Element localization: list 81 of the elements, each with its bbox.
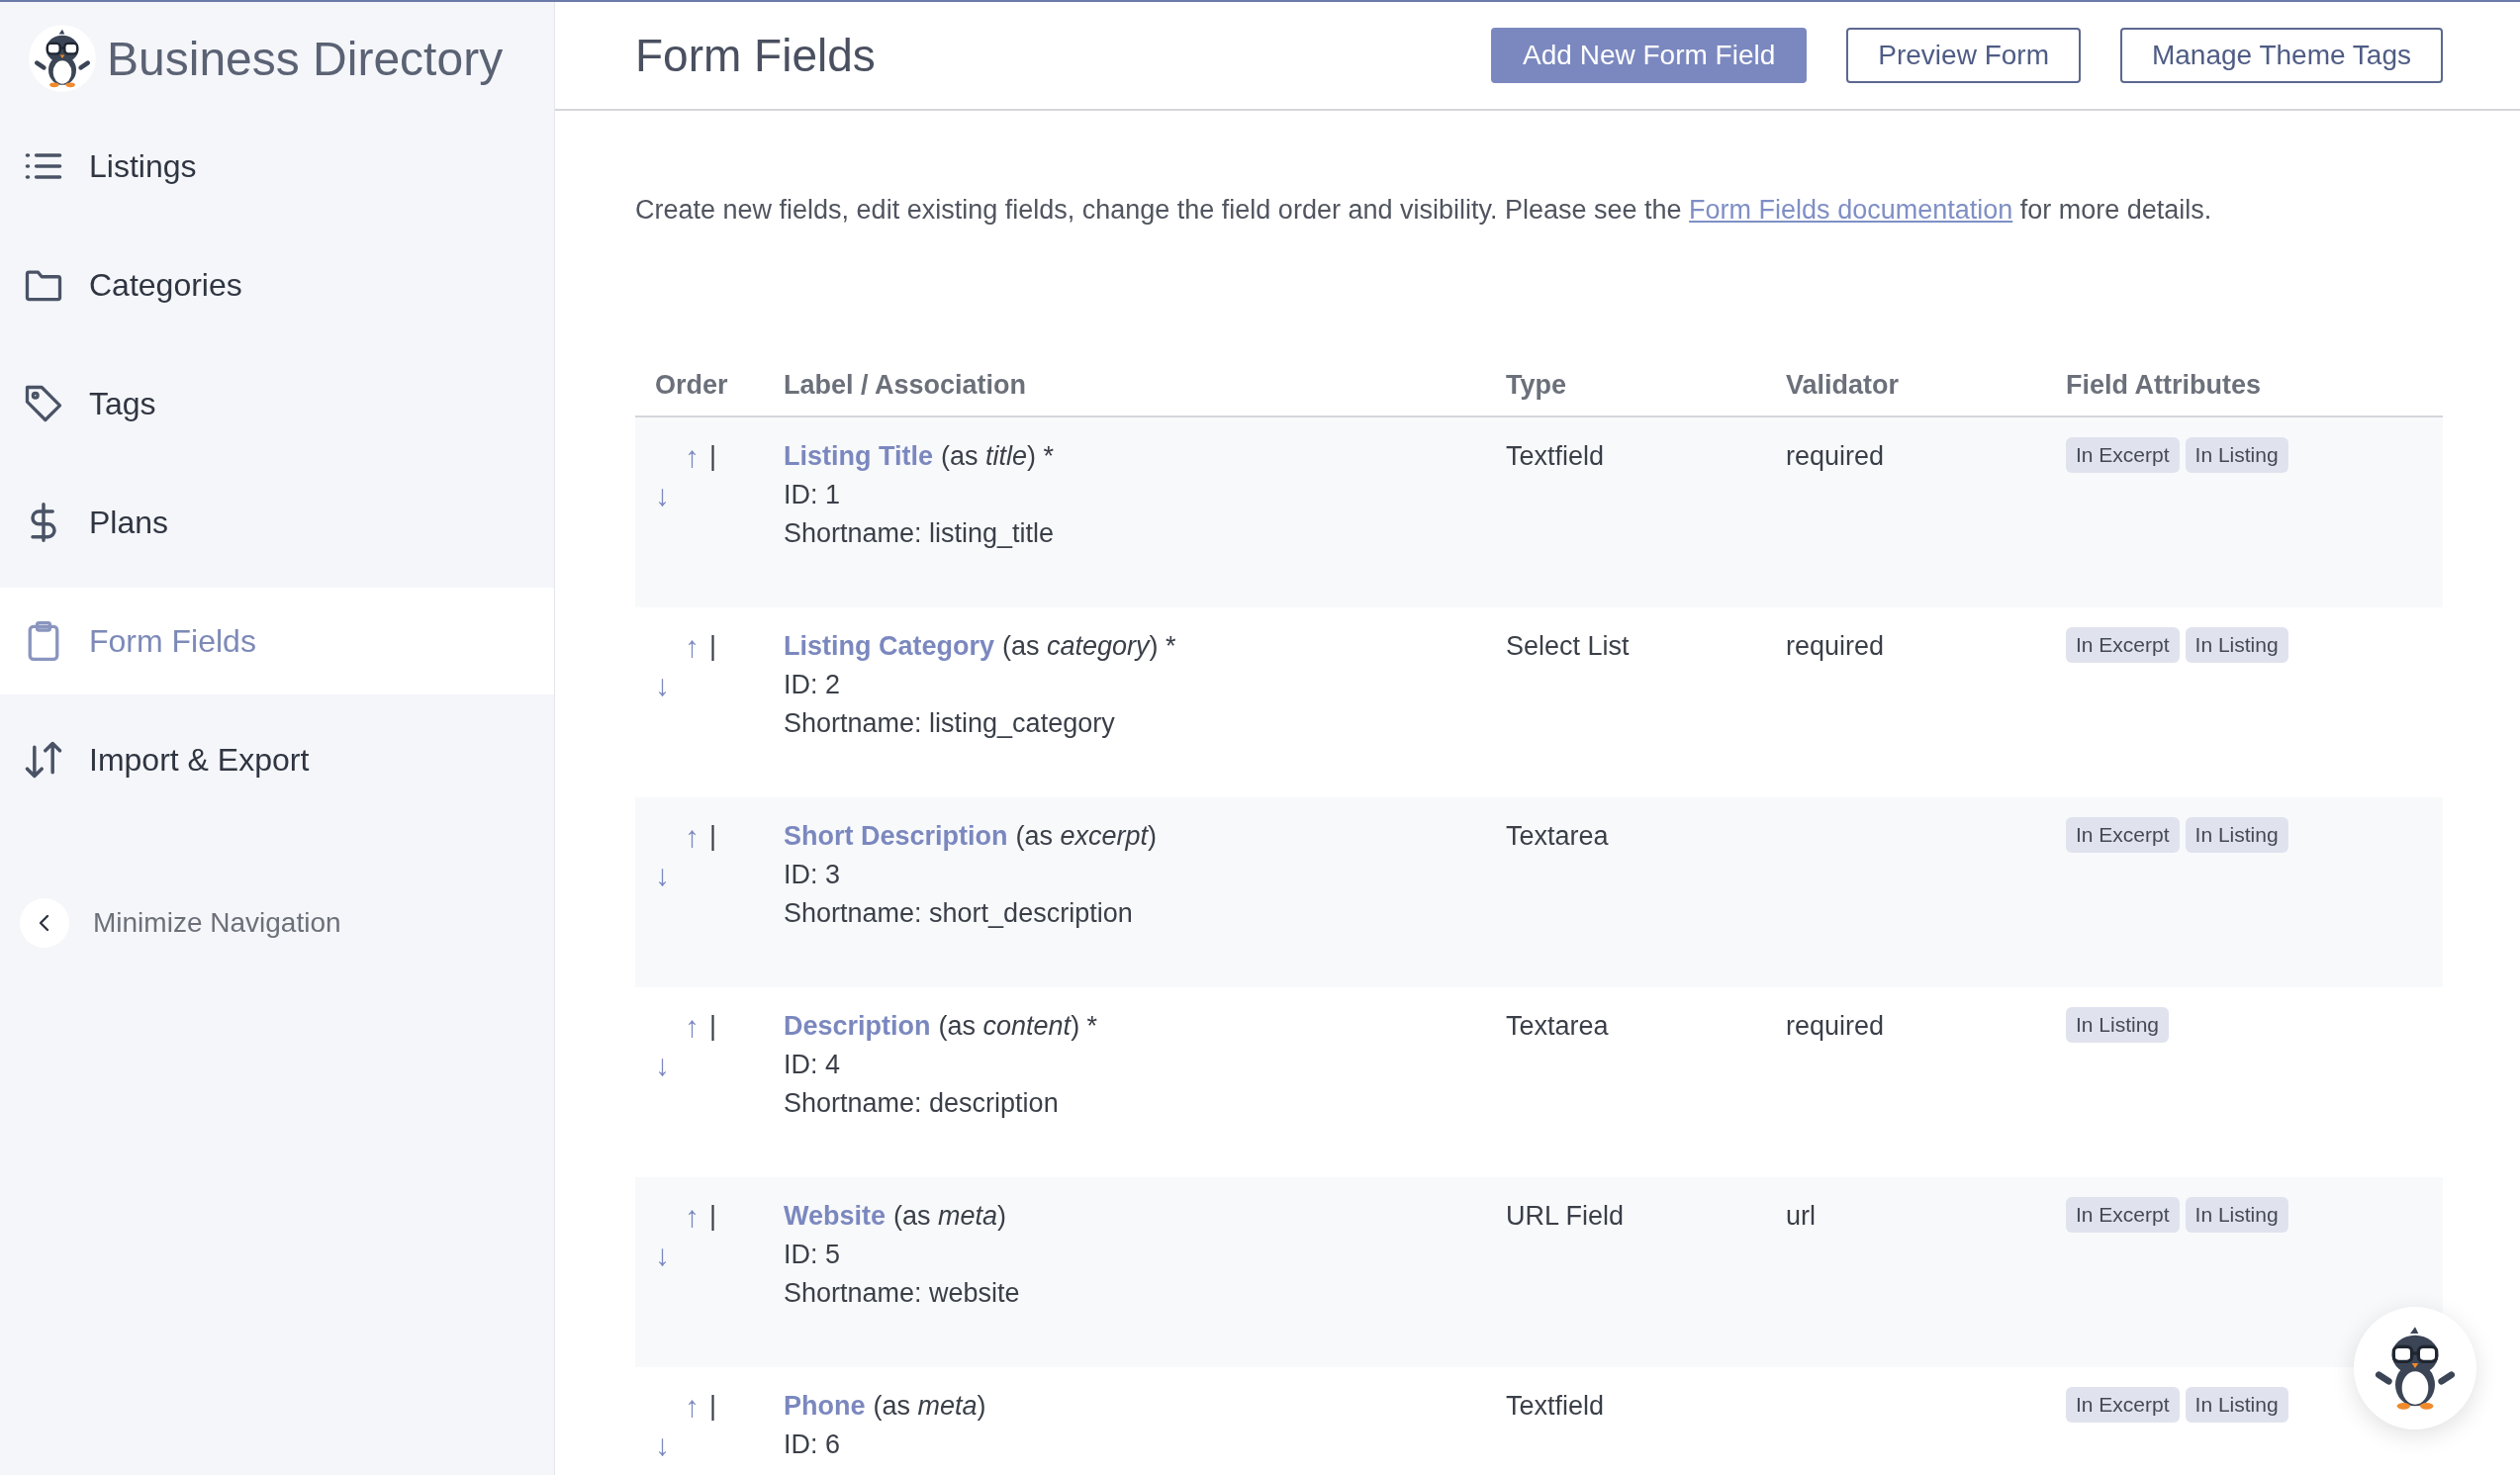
separator: |	[709, 1389, 716, 1423]
field-link[interactable]: Website	[784, 1196, 887, 1236]
field-id: ID: 2	[784, 668, 842, 701]
field-validator: required	[1786, 440, 1885, 471]
attribute-tag: In Listing	[2185, 436, 2288, 473]
field-type: URL Field	[1506, 1200, 1625, 1231]
header-button[interactable]: Preview Form	[1846, 28, 2081, 83]
minimize-navigation-link[interactable]: Minimize Navigation	[93, 907, 341, 939]
association-text: (as meta)	[873, 1389, 986, 1423]
field-type: Textfield	[1506, 1390, 1605, 1421]
field-id: ID: 4	[784, 1048, 842, 1081]
separator: |	[709, 439, 716, 473]
field-type: Textfield	[1506, 440, 1605, 471]
field-link[interactable]: Phone	[784, 1386, 866, 1426]
brand-name: Business Directory	[107, 31, 504, 86]
field-validator: url	[1786, 1200, 1816, 1231]
separator: |	[709, 629, 716, 663]
move-down-arrow[interactable]: ↓	[655, 665, 784, 704]
field-validator: required	[1786, 1010, 1885, 1041]
intro-text: Create new fields, edit existing fields, change the field order and visibility. Please see the Form Fields documentation for more details.	[634, 194, 2213, 227]
nav-item[interactable]: Import & Export	[0, 706, 554, 813]
separator: |	[709, 1009, 716, 1043]
separator: |	[709, 819, 716, 853]
association-text: (as title) *	[941, 439, 1055, 473]
documentation-link[interactable]: Form Fields documentation	[1689, 195, 2013, 225]
move-up-arrow[interactable]: ↑	[685, 1386, 700, 1426]
nav-item[interactable]: Plans	[0, 469, 554, 576]
nav-item[interactable]: Categories	[0, 231, 554, 338]
field-id: ID: 6	[784, 1428, 842, 1461]
move-down-arrow[interactable]: ↓	[655, 475, 784, 514]
column-header: Validator	[1786, 369, 1901, 401]
field-id: ID: 5	[784, 1238, 842, 1271]
move-up-arrow[interactable]: ↑	[685, 626, 700, 666]
association-text: (as content) *	[938, 1009, 1098, 1043]
association-text: (as meta)	[893, 1199, 1007, 1233]
column-header: Type	[1506, 369, 1567, 401]
association-text: (as excerpt)	[1015, 819, 1158, 853]
move-down-arrow[interactable]: ↓	[655, 1425, 784, 1464]
move-up-arrow[interactable]: ↑	[685, 816, 700, 856]
header-button[interactable]: Manage Theme Tags	[2119, 28, 2443, 83]
nav-item[interactable]: Listings	[0, 113, 554, 220]
separator: |	[709, 1199, 716, 1233]
field-id: ID: 1	[784, 478, 842, 511]
field-link[interactable]: Listing Title	[784, 436, 933, 476]
field-id: ID: 3	[784, 858, 842, 891]
move-up-arrow[interactable]: ↑	[685, 436, 700, 476]
attribute-tag: In Excerpt	[2066, 436, 2180, 473]
attribute-tag: In Excerpt	[2066, 626, 2180, 663]
nav-item[interactable]: Form Fields	[0, 588, 554, 694]
column-header: Field Attributes	[2066, 369, 2262, 401]
add-field-button[interactable]: Add New Form Field	[1491, 28, 1808, 83]
field-validator: required	[1786, 630, 1885, 661]
field-link[interactable]: Description	[784, 1006, 931, 1046]
association-text: (as category) *	[1002, 629, 1176, 663]
column-header: Order	[655, 369, 729, 401]
field-shortname: Shortname: short_description	[784, 896, 1134, 930]
attribute-tag: In Listing	[2185, 1386, 2288, 1423]
field-type: Textarea	[1506, 1010, 1609, 1041]
attribute-tag: In Listing	[2185, 1196, 2288, 1233]
field-link[interactable]: Short Description	[784, 816, 1008, 856]
field-shortname: Shortname: website	[784, 1276, 1021, 1310]
attribute-tag: In Excerpt	[2066, 1386, 2180, 1423]
field-shortname: Shortname: listing_title	[784, 516, 1056, 550]
move-down-arrow[interactable]: ↓	[655, 855, 784, 894]
move-up-arrow[interactable]: ↑	[685, 1006, 700, 1046]
column-header: Label / Association	[784, 369, 1028, 401]
attribute-tag: In Listing	[2185, 816, 2288, 853]
attribute-tag: In Excerpt	[2066, 1196, 2180, 1233]
nav-item[interactable]: Tags	[0, 350, 554, 457]
field-link[interactable]: Listing Category	[784, 626, 995, 666]
attribute-tag: In Listing	[2066, 1006, 2170, 1043]
field-shortname: Shortname: description	[784, 1086, 1060, 1120]
attribute-tag: In Listing	[2185, 626, 2288, 663]
move-down-arrow[interactable]: ↓	[655, 1235, 784, 1274]
field-type: Select List	[1506, 630, 1630, 661]
field-shortname: Shortname: listing_category	[784, 706, 1116, 740]
attribute-tag: In Excerpt	[2066, 816, 2180, 853]
move-up-arrow[interactable]: ↑	[685, 1196, 700, 1236]
move-down-arrow[interactable]: ↓	[655, 1045, 784, 1084]
page-title: Form Fields	[635, 29, 877, 82]
field-type: Textarea	[1506, 820, 1609, 851]
